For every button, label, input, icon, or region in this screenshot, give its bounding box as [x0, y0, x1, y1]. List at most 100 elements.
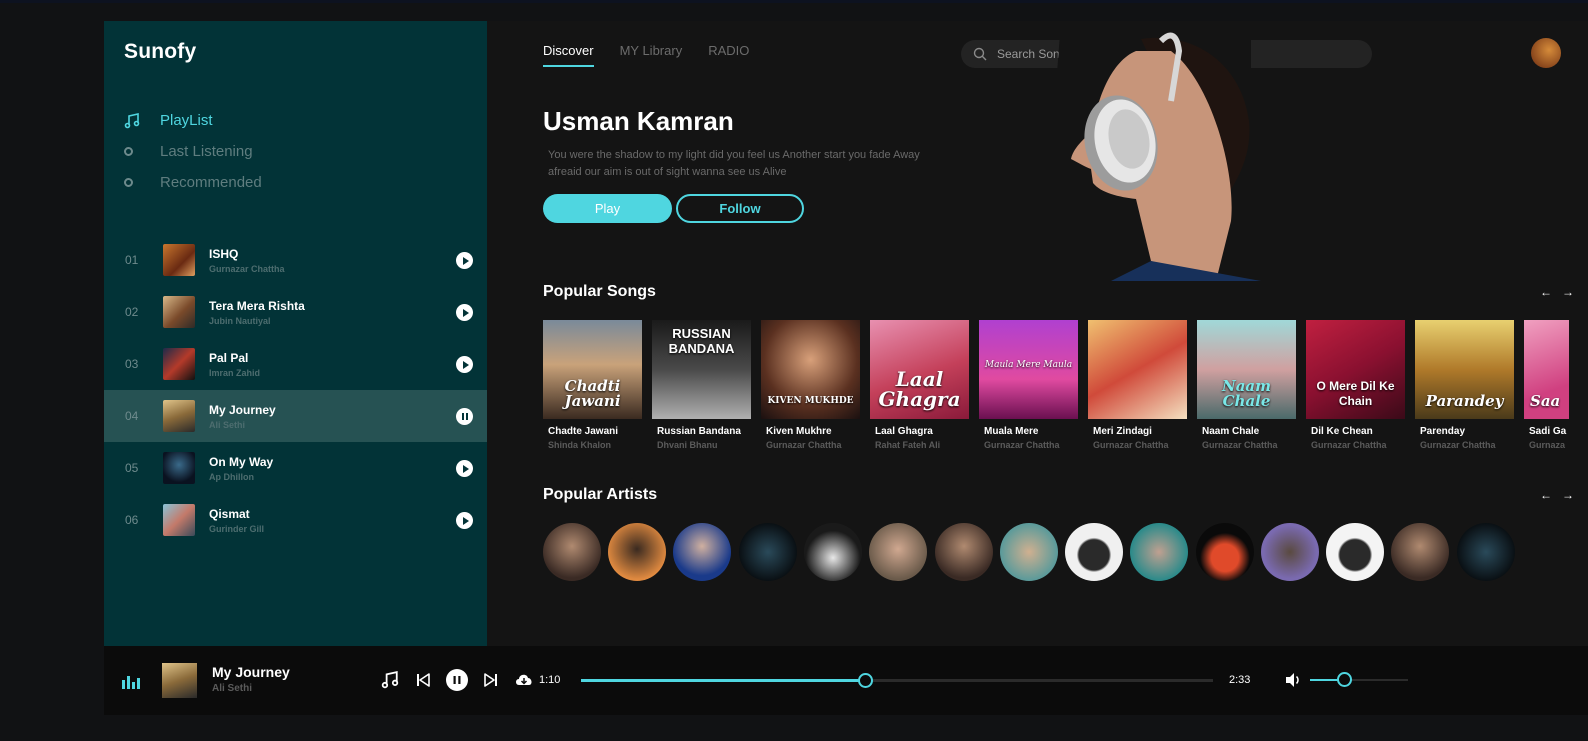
track-artist: Jubin Nautiyal	[209, 315, 271, 326]
nav-item-playlist[interactable]: PlayList	[124, 105, 262, 136]
track-thumbnail	[163, 504, 195, 536]
popular-artists-carousel	[543, 523, 1569, 585]
song-card[interactable]: Meri Zindagi Gurnazar Chattha	[1088, 320, 1187, 450]
artist-avatar[interactable]	[804, 523, 862, 581]
song-card[interactable]: O Mere Dil Ke Chain Dil Ke Chean Gurnaza…	[1306, 320, 1405, 450]
artist-avatar[interactable]	[1130, 523, 1188, 581]
songs-carousel-arrows: ← →	[1540, 285, 1574, 299]
track-row-active[interactable]: 04 My Journey Ali Sethi	[104, 390, 487, 442]
cover-text: KIVEN MUKHDE	[767, 396, 854, 406]
bullet-icon	[124, 178, 133, 187]
play-button[interactable]: Play	[543, 194, 672, 223]
track-thumbnail	[163, 400, 195, 432]
track-row[interactable]: 02 Tera Mera Rishta Jubin Nautiyal	[104, 286, 487, 338]
play-icon[interactable]	[456, 356, 473, 373]
song-title: Naam Chale	[1202, 426, 1260, 437]
playback-controls	[380, 669, 534, 691]
artist-avatar[interactable]	[869, 523, 927, 581]
song-card[interactable]: Naam Chale Naam Chale Gurnazar Chattha	[1197, 320, 1296, 450]
tab-discover[interactable]: Discover	[543, 43, 594, 67]
app-window: Sunofy PlayList Last Listening Recommend…	[104, 21, 1588, 721]
popular-songs-carousel: Chadti Jawani Chadte Jawani Shinda Khalo…	[543, 320, 1569, 455]
artist-avatar[interactable]	[673, 523, 731, 581]
arrow-right-icon[interactable]: →	[1562, 488, 1574, 502]
song-title: Kiven Mukhre	[766, 426, 832, 437]
song-title: Russian Bandana	[657, 426, 741, 437]
cover-text: Naam Chale	[1221, 377, 1272, 410]
track-row[interactable]: 05 On My Way Ap Dhillon	[104, 442, 487, 494]
song-artist: Gurnazar Chattha	[766, 440, 842, 450]
arrow-right-icon[interactable]: →	[1562, 285, 1574, 299]
song-card[interactable]: Parandey Parenday Gurnazar Chattha	[1415, 320, 1514, 450]
song-card[interactable]: Chadti Jawani Chadte Jawani Shinda Khalo…	[543, 320, 642, 450]
cover-text: Chadti Jawani	[564, 377, 621, 410]
skip-next-icon[interactable]	[481, 670, 501, 690]
nav-item-last-listening[interactable]: Last Listening	[124, 136, 262, 167]
sidebar: Sunofy PlayList Last Listening Recommend…	[104, 21, 487, 654]
volume-handle[interactable]	[1337, 672, 1353, 687]
volume-icon[interactable]	[1284, 671, 1302, 689]
section-title-popular-artists: Popular Artists	[543, 486, 658, 503]
play-icon[interactable]	[456, 252, 473, 269]
play-icon[interactable]	[456, 304, 473, 321]
progress-fill	[581, 679, 866, 682]
track-title: Pal Pal	[209, 350, 249, 365]
track-number: 03	[125, 357, 139, 371]
track-artist: Gurinder Gill	[209, 523, 265, 534]
artist-avatar[interactable]	[543, 523, 601, 581]
music-note-icon[interactable]	[380, 670, 400, 690]
artist-avatar[interactable]	[1196, 523, 1254, 581]
volume-slider[interactable]	[1310, 672, 1408, 687]
user-avatar[interactable]	[1531, 38, 1561, 68]
tab-my-library[interactable]: MY Library	[620, 43, 683, 67]
track-artist: Ap Dhillon	[209, 471, 254, 482]
track-row[interactable]: 03 Pal Pal Imran Zahid	[104, 338, 487, 390]
song-cover: O Mere Dil Ke Chain	[1306, 320, 1405, 419]
track-number: 06	[125, 513, 139, 527]
song-card[interactable]: KIVEN MUKHDE Kiven Mukhre Gurnazar Chatt…	[761, 320, 860, 450]
track-row[interactable]: 06 Qismat Gurinder Gill	[104, 494, 487, 546]
artist-avatar[interactable]	[1457, 523, 1515, 581]
play-icon[interactable]	[456, 460, 473, 477]
artist-avatar[interactable]	[1326, 523, 1384, 581]
play-icon[interactable]	[456, 512, 473, 529]
pause-icon[interactable]	[446, 669, 468, 691]
artist-avatar[interactable]	[608, 523, 666, 581]
progress-handle[interactable]	[858, 673, 874, 688]
artist-avatar[interactable]	[739, 523, 797, 581]
song-title: Laal Ghagra	[875, 426, 933, 437]
nav-item-recommended[interactable]: Recommended	[124, 167, 262, 198]
song-card[interactable]: RUSSIAN BANDANA Russian Bandana Dhvani B…	[652, 320, 751, 450]
total-time: 2:33	[1229, 674, 1251, 686]
artist-avatar[interactable]	[935, 523, 993, 581]
song-artist: Gurnazar Chattha	[1202, 440, 1278, 450]
track-thumbnail	[163, 452, 195, 484]
main-content: Discover MY Library RADIO Usman Kamran Y…	[487, 21, 1588, 654]
song-card[interactable]: Maula Mere Maula Muala Mere Gurnazar Cha…	[979, 320, 1078, 450]
download-icon[interactable]	[514, 670, 534, 690]
track-thumbnail	[163, 296, 195, 328]
song-card[interactable]: Laal Ghagra Laal Ghagra Rahat Fateh Ali	[870, 320, 969, 450]
song-title: Sadi Ga	[1529, 426, 1567, 437]
arrow-left-icon[interactable]: ←	[1540, 488, 1552, 502]
tab-radio[interactable]: RADIO	[708, 43, 749, 67]
artist-avatar[interactable]	[1065, 523, 1123, 581]
track-title: Tera Mera Rishta	[209, 298, 305, 313]
app-logo[interactable]: Sunofy	[124, 40, 196, 64]
cover-text: O Mere Dil Ke Chain	[1316, 379, 1395, 408]
song-artist: Rahat Fateh Ali	[875, 440, 941, 450]
follow-button[interactable]: Follow	[676, 194, 804, 223]
song-card[interactable]: Saa Sadi Ga Gurnaza	[1524, 320, 1569, 450]
progress-bar[interactable]	[581, 673, 1213, 688]
artist-avatar[interactable]	[1261, 523, 1319, 581]
artist-avatar[interactable]	[1391, 523, 1449, 581]
song-cover: RUSSIAN BANDANA	[652, 320, 751, 419]
track-row[interactable]: 01 ISHQ Gurnazar Chattha	[104, 234, 487, 286]
skip-previous-icon[interactable]	[413, 670, 433, 690]
pause-icon[interactable]	[456, 408, 473, 425]
arrow-left-icon[interactable]: ←	[1540, 285, 1552, 299]
song-artist: Gurnazar Chattha	[1311, 440, 1387, 450]
song-title: Chadte Jawani	[548, 426, 619, 437]
artist-avatar[interactable]	[1000, 523, 1058, 581]
song-title: Meri Zindagi	[1093, 426, 1152, 437]
